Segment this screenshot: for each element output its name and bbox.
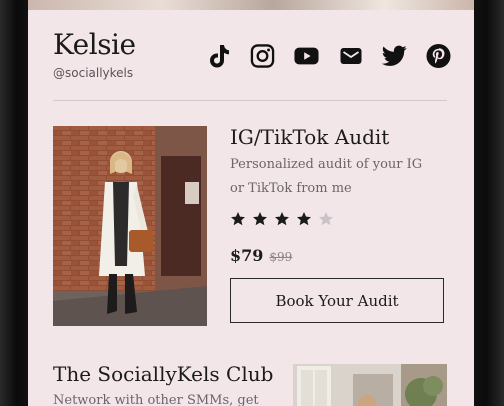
tiktok-link[interactable] (206, 42, 231, 70)
star-filled-icon (231, 212, 245, 226)
email-icon (340, 48, 361, 64)
club-product-photo[interactable] (293, 364, 447, 406)
phone-bezel-left (0, 0, 28, 406)
youtube-link[interactable] (294, 42, 319, 70)
twitter-link[interactable] (382, 42, 407, 70)
profile-handle: @sociallykels (53, 66, 134, 80)
pinterest-icon (426, 43, 451, 69)
star-filled-icon (253, 212, 267, 226)
product-description: Network with other SMMs, get (53, 393, 259, 406)
product-title: The SociallyKels Club (53, 362, 274, 386)
profile-name: Kelsie (53, 28, 136, 61)
youtube-icon (294, 47, 319, 65)
phone-bezel-right (474, 0, 504, 406)
email-link[interactable] (338, 42, 363, 70)
twitter-icon (382, 45, 407, 66)
header-divider (53, 100, 447, 101)
audit-product-photo[interactable] (53, 126, 207, 326)
social-links (206, 40, 451, 72)
storefront-screen: Kelsie @sociallykels IG/TikTok Audit Per… (28, 0, 474, 406)
instagram-link[interactable] (250, 42, 275, 70)
star-filled-icon (275, 212, 289, 226)
book-audit-button[interactable]: Book Your Audit (230, 278, 444, 323)
tiktok-icon (209, 45, 229, 68)
header-photo-strip (28, 0, 474, 10)
current-price: $79 (230, 246, 264, 265)
product-rating (230, 211, 334, 227)
product-description: Personalized audit of your IG or TikTok … (230, 157, 423, 196)
club-photo-illustration (293, 364, 447, 406)
audit-photo-illustration (53, 126, 207, 326)
original-price: $99 (269, 250, 293, 264)
pinterest-link[interactable] (426, 42, 451, 70)
product-title: IG/TikTok Audit (230, 125, 390, 149)
instagram-icon (250, 44, 275, 68)
product-price: $79 $99 (230, 246, 292, 265)
star-empty-icon (319, 212, 333, 226)
star-filled-icon (297, 212, 311, 226)
